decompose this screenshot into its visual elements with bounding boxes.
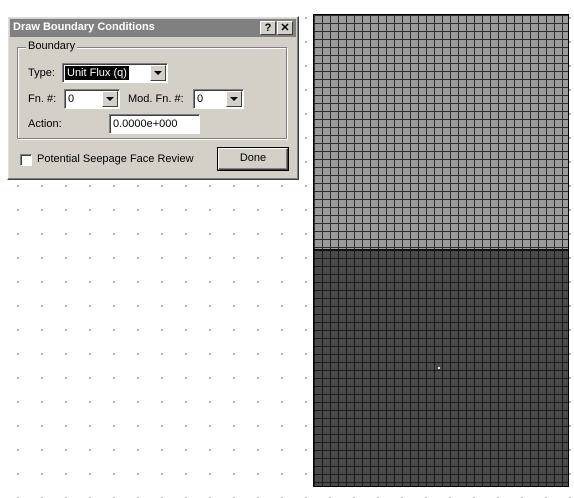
mesh-region-upper[interactable] — [314, 15, 568, 250]
help-button[interactable]: ? — [260, 21, 276, 35]
close-button[interactable]: ✕ — [277, 21, 293, 35]
boundary-group-label: Boundary — [26, 40, 78, 52]
dialog-title: Draw Boundary Conditions — [13, 21, 155, 33]
close-icon: ✕ — [280, 22, 290, 34]
seepage-face-checkbox[interactable] — [20, 154, 32, 166]
type-dropdown[interactable]: Unit Flux (q) — [62, 63, 168, 83]
dialog-titlebar[interactable]: Draw Boundary Conditions ? ✕ — [10, 19, 296, 37]
done-button-label: Done — [239, 152, 267, 164]
help-icon: ? — [264, 22, 272, 34]
boundary-groupbox: Boundary Type: Unit Flux (q) Fn. #: 0 Mo… — [17, 40, 287, 139]
finite-element-mesh[interactable] — [313, 14, 569, 487]
type-label: Type: — [28, 67, 55, 79]
action-label: Action: — [28, 118, 62, 130]
draw-boundary-conditions-dialog: Draw Boundary Conditions ? ✕ Boundary Ty… — [7, 16, 299, 180]
chevron-down-icon[interactable] — [150, 65, 166, 81]
action-input[interactable]: 0.0000e+000 — [109, 114, 200, 134]
action-input-value: 0.0000e+000 — [113, 118, 178, 130]
mod-fn-dropdown-value: 0 — [197, 93, 204, 105]
fn-dropdown[interactable]: 0 — [64, 89, 120, 109]
seepage-face-label[interactable]: Potential Seepage Face Review — [37, 153, 194, 165]
fn-dropdown-value: 0 — [68, 93, 75, 105]
done-button[interactable]: Done — [218, 148, 288, 170]
mod-fn-label: Mod. Fn. #: — [128, 93, 184, 105]
mesh-region-lower[interactable] — [314, 250, 568, 486]
chevron-down-icon[interactable] — [226, 91, 242, 107]
chevron-down-icon[interactable] — [102, 91, 118, 107]
type-dropdown-value: Unit Flux (q) — [65, 66, 129, 80]
region-boundary-line — [314, 249, 568, 251]
fn-label: Fn. #: — [28, 93, 57, 105]
cursor-marker — [438, 367, 440, 369]
mod-fn-dropdown[interactable]: 0 — [193, 89, 244, 109]
